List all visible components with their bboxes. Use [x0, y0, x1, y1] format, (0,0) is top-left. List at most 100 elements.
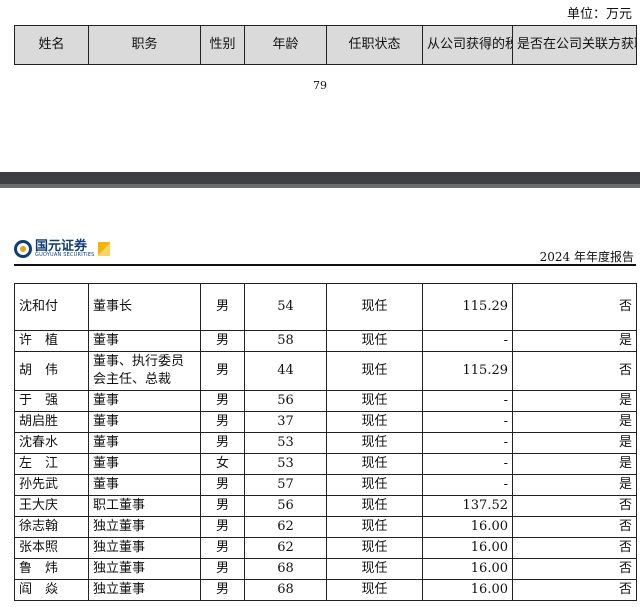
cell-status: 现任: [326, 474, 423, 496]
cell-related: 否: [512, 537, 637, 559]
cell-status: 现任: [326, 411, 423, 433]
cell-position: 董事: [88, 390, 201, 412]
cell-name: 于 强: [14, 390, 89, 412]
table-row: 张本照 独立董事男 62 现任 16.00 否: [14, 537, 637, 559]
cell-position: 董事: [88, 411, 201, 433]
cell-pay: -: [422, 432, 513, 454]
cell-name: 徐志翰: [14, 516, 89, 538]
page-gap-band: [0, 172, 640, 184]
cell-gender: 男: [200, 432, 245, 454]
cell-related: 否: [512, 495, 637, 517]
cell-name: 沈春水: [14, 432, 89, 454]
cell-position: 独立董事: [88, 579, 201, 601]
cell-related: 否: [512, 283, 637, 331]
cell-pay: 137.52: [422, 495, 513, 517]
table-row: 沈和付 董事长男 54 现任 115.29 否: [14, 283, 637, 331]
cell-age: 62: [244, 537, 327, 559]
cell-related: 否: [512, 351, 637, 391]
cell-related: 是: [512, 453, 637, 475]
cell-gender: 男: [200, 558, 245, 580]
table-row: 徐志翰 独立董事男 62 现任 16.00 否: [14, 516, 637, 538]
table-row: 左 江董事女 53 现任 - 是: [14, 453, 637, 475]
table-row: 胡启胜 董事男 37 现任 - 是: [14, 411, 637, 433]
cell-gender: 男: [200, 330, 245, 352]
page-gap-band-lower: [0, 184, 640, 188]
table-row: 阎 焱独立董事男 68 现任 16.00 否: [14, 579, 637, 601]
cell-gender: 男: [200, 516, 245, 538]
cell-age: 58: [244, 330, 327, 352]
cell-status: 现任: [326, 537, 423, 559]
cell-position: 独立董事: [88, 516, 201, 538]
report-title: 2024 年年度报告: [539, 250, 634, 264]
cell-position: 独立董事: [88, 558, 201, 580]
cell-related: 否: [512, 558, 637, 580]
cell-position: 董事: [88, 432, 201, 454]
cell-related: 是: [512, 330, 637, 352]
page-number: 79: [313, 79, 327, 92]
cell-pay: 115.29: [422, 351, 513, 391]
cell-gender: 男: [200, 537, 245, 559]
cell-name: 孙先武: [14, 474, 89, 496]
cell-pay: -: [422, 390, 513, 412]
table-row: 许 植董事男 58 现任 - 是: [14, 330, 637, 352]
logo-mark-icon: [14, 240, 32, 258]
cell-age: 68: [244, 579, 327, 601]
cell-pay: 16.00: [422, 537, 513, 559]
header-name: 姓名: [14, 25, 89, 65]
cell-name: 张本照: [14, 537, 89, 559]
cell-gender: 男: [200, 390, 245, 412]
cell-gender: 男: [200, 474, 245, 496]
cell-name: 许 植: [14, 330, 89, 352]
cell-related: 是: [512, 474, 637, 496]
header-row: 姓名 职务 性别 年龄 任职状态 从公司获得的税前报酬总额 是否在公司关联方获取…: [14, 25, 637, 65]
cell-name: 左 江: [14, 453, 89, 475]
cell-age: 56: [244, 390, 327, 412]
cell-age: 44: [244, 351, 327, 391]
cell-position: 董事、执行委员会主任、总裁: [88, 351, 201, 391]
table-row: 于 强董事男 56 现任 - 是: [14, 390, 637, 412]
cell-pay: 16.00: [422, 516, 513, 538]
cell-gender: 女: [200, 453, 245, 475]
executives-table: 沈和付 董事长男 54 现任 115.29 否许 植董事男 58 现任 - 是胡 伟董事、执行委员…: [14, 283, 637, 601]
logo-flag-icon: [97, 242, 110, 256]
cell-status: 现任: [326, 330, 423, 352]
cell-gender: 男: [200, 283, 245, 331]
cell-age: 37: [244, 411, 327, 433]
cell-related: 否: [512, 516, 637, 538]
cell-pay: -: [422, 330, 513, 352]
table-row: 沈春水 董事男 53 现任 - 是: [14, 432, 637, 454]
cell-related: 是: [512, 390, 637, 412]
cell-age: 56: [244, 495, 327, 517]
cell-name: 沈和付: [14, 283, 89, 331]
cell-related: 是: [512, 411, 637, 433]
cell-pay: 16.00: [422, 558, 513, 580]
header-pay: 从公司获得的税前报酬总额: [422, 25, 513, 65]
cell-pay: 115.29: [422, 283, 513, 331]
cell-name: 胡启胜: [14, 411, 89, 433]
cell-age: 68: [244, 558, 327, 580]
cell-pay: -: [422, 411, 513, 433]
header-table: 姓名 职务 性别 年龄 任职状态 从公司获得的税前报酬总额 是否在公司关联方获取…: [14, 25, 637, 65]
cell-pay: -: [422, 453, 513, 475]
cell-position: 董事: [88, 330, 201, 352]
cell-age: 53: [244, 453, 327, 475]
header-gender: 性别: [200, 25, 245, 65]
cell-name: 鲁 炜: [14, 558, 89, 580]
unit-label: 单位：万元: [566, 7, 632, 22]
cell-position: 董事: [88, 453, 201, 475]
cell-gender: 男: [200, 411, 245, 433]
table-row: 孙先武 董事男 57 现任 - 是: [14, 474, 637, 496]
header-related: 是否在公司关联方获取报酬: [512, 25, 637, 65]
cell-age: 62: [244, 516, 327, 538]
cell-status: 现任: [326, 390, 423, 412]
logo-text: 国元证券 GUOYUAN SECURITIES: [35, 240, 95, 258]
cell-position: 独立董事: [88, 537, 201, 559]
table-row: 王大庆 职工董事男 56 现任 137.52 否: [14, 495, 637, 517]
cell-age: 54: [244, 283, 327, 331]
cell-related: 否: [512, 579, 637, 601]
cell-position: 董事: [88, 474, 201, 496]
cell-status: 现任: [326, 558, 423, 580]
cell-name: 胡 伟: [14, 351, 89, 391]
header-status: 任职状态: [326, 25, 423, 65]
cell-status: 现任: [326, 516, 423, 538]
